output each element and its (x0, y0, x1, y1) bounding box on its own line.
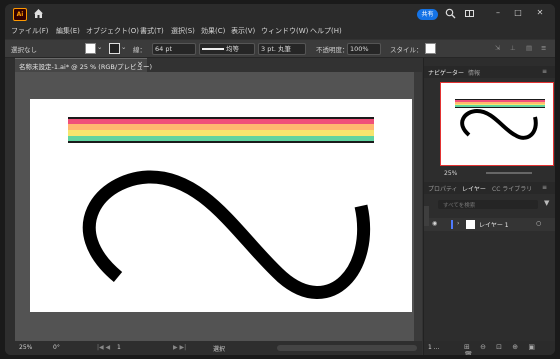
menu-bar: ファイル(F) 編集(E) オブジェクト(O) 書式(T) 選択(S) 効果(C… (5, 23, 555, 39)
expand-layer-chevron[interactable]: › (457, 220, 459, 227)
stroke-dropdown-icon[interactable]: ⌄ (121, 43, 126, 51)
title-bar: Ai 共有 – □ ✕ (5, 4, 555, 23)
sine-curve-path[interactable] (30, 99, 412, 312)
align-icon[interactable]: ⊥ (510, 44, 516, 52)
brush-definition[interactable]: 3 pt. 丸筆 (258, 43, 306, 55)
profile-line-icon (202, 48, 224, 50)
layer-count: 1 ... (428, 344, 440, 351)
panel-collapse-handle[interactable] (424, 206, 429, 226)
toolbar-strip (5, 58, 15, 355)
artboard-next-icon[interactable]: ▶ ▶| (173, 344, 186, 351)
menu-view[interactable]: 表示(V) (231, 26, 255, 36)
graphic-style-swatch[interactable] (425, 43, 436, 54)
canvas-area[interactable] (15, 72, 422, 341)
minimize-button[interactable]: – (493, 8, 503, 18)
artboard-number[interactable]: 1 (117, 344, 121, 351)
control-menu-icon[interactable]: ≡ (541, 44, 546, 52)
layer-panel-tabs: プロパティ レイヤー CC ライブラリ ≡ (424, 182, 555, 194)
document-tab-title: 名称未設定-1.ai* @ 25 % (RGB/プレビュー) (19, 63, 153, 71)
home-icon[interactable] (33, 8, 44, 19)
tab-info[interactable]: 情報 (468, 68, 480, 77)
layer-action-icons[interactable]: ⊞ ⊖ ⊡ ⊕ ▣ 🗑 (464, 343, 555, 355)
layer-target-icon[interactable]: ○ (536, 220, 541, 227)
tab-properties[interactable]: プロパティ (428, 184, 458, 193)
navigator-preview[interactable] (440, 82, 554, 166)
vertical-scrollbar[interactable] (414, 72, 422, 341)
layer-row[interactable]: ◉ › レイヤー 1 ○ (424, 218, 555, 231)
layer-name[interactable]: レイヤー 1 (479, 220, 509, 229)
app-logo: Ai (13, 8, 27, 21)
visibility-eye-icon[interactable]: ◉ (432, 220, 437, 227)
zoom-level[interactable]: 25% (19, 344, 32, 351)
menu-edit[interactable]: 編集(E) (56, 26, 80, 36)
share-button[interactable]: 共有 (417, 9, 438, 20)
layers-menu-icon[interactable]: ≡ (542, 184, 547, 191)
menu-window[interactable]: ウィンドウ(W) (261, 26, 308, 36)
transform-icon[interactable]: ⇲ (495, 44, 500, 52)
document-tab[interactable]: 名称未設定-1.ai* @ 25 % (RGB/プレビュー) × (15, 58, 152, 72)
layer-search-placeholder: すべてを検索 (443, 203, 476, 209)
fill-dropdown-icon[interactable]: ⌄ (97, 43, 102, 51)
artboard-prev-icon[interactable]: |◀ ◀ (97, 344, 110, 351)
tab-layers[interactable]: レイヤー (462, 184, 486, 193)
tab-navigator[interactable]: ナビゲーター (428, 68, 464, 77)
artboard[interactable] (30, 99, 412, 312)
selection-status: 選択なし (11, 46, 37, 54)
menu-type[interactable]: 書式(T) (140, 26, 164, 36)
navigator-zoom[interactable]: 25% (444, 170, 457, 177)
app-window: Ai 共有 – □ ✕ ファイル(F) 編集(E) オブジェクト(O) 書式(T… (5, 4, 555, 355)
rotation-view[interactable]: 0° (53, 344, 60, 351)
menu-select[interactable]: 選択(S) (171, 26, 195, 36)
layer-search-field[interactable]: すべてを検索 (438, 200, 538, 209)
opacity-field[interactable]: 100% (347, 43, 381, 55)
layer-color-indicator (451, 220, 453, 229)
close-tab-icon[interactable]: × (137, 60, 143, 68)
menu-effect[interactable]: 効果(C) (201, 26, 225, 36)
stroke-swatch[interactable] (109, 43, 120, 54)
close-window-button[interactable]: ✕ (535, 8, 545, 18)
arrange-icon[interactable]: ▤ (526, 44, 532, 52)
current-tool-status: 選択 (213, 346, 226, 353)
stroke-weight-field[interactable]: 64 pt (152, 43, 196, 55)
layer-thumbnail (466, 220, 475, 229)
navigator-zoom-slider[interactable] (486, 172, 532, 174)
tab-cc-libraries[interactable]: CC ライブラリ (492, 184, 532, 193)
opacity-label: 不透明度： (316, 46, 349, 54)
layers-footer: 1 ... ⊞ ⊖ ⊡ ⊕ ▣ 🗑 (424, 341, 555, 355)
right-panel: ナビゲーター 情報 ≡ 25% プロパティ レイヤー CC ライブラリ ≡ すべ… (423, 58, 555, 355)
menu-help[interactable]: ヘルプ(H) (310, 26, 342, 36)
horizontal-scrollbar[interactable] (277, 345, 417, 351)
style-label: スタイル： (390, 46, 423, 54)
fill-swatch[interactable] (85, 43, 96, 54)
nav-curve-thumbnail (460, 108, 538, 140)
navigator-tabs: ナビゲーター 情報 ≡ (424, 66, 555, 78)
menu-file[interactable]: ファイル(F) (11, 26, 49, 36)
search-icon[interactable] (445, 8, 456, 19)
stroke-label: 線： (133, 46, 146, 54)
status-bar: 25% 0° |◀ ◀ 1 ▶ ▶| 選択 (15, 341, 422, 355)
menu-object[interactable]: オブジェクト(O) (86, 26, 139, 36)
control-bar: 選択なし ⌄ ⌄ 線： 64 pt 均等 3 pt. 丸筆 不透明度： 100%… (5, 40, 555, 58)
maximize-button[interactable]: □ (513, 8, 523, 18)
filter-icon[interactable]: ▼ (544, 199, 549, 207)
panel-menu-icon[interactable]: ≡ (542, 68, 547, 75)
arrange-documents-icon[interactable] (464, 8, 475, 19)
